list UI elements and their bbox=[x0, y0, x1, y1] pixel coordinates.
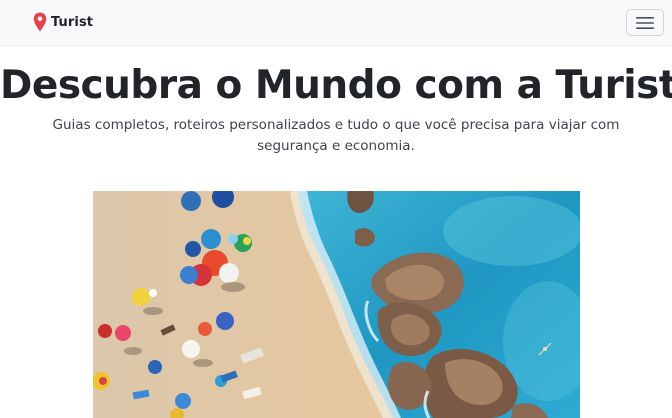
hero-title: Descubra o Mundo com a Turist bbox=[0, 63, 672, 108]
brand-link[interactable]: Turist bbox=[33, 10, 93, 34]
navbar: Turist bbox=[0, 0, 672, 46]
hamburger-menu-icon bbox=[636, 16, 654, 29]
map-pin-icon bbox=[33, 12, 47, 32]
brand-name: Turist bbox=[51, 14, 94, 30]
navbar-toggle-button[interactable] bbox=[626, 9, 664, 36]
hero-beach-image bbox=[93, 191, 580, 418]
hero-subtitle: Guias completos, roteiros personalizados… bbox=[52, 117, 620, 154]
